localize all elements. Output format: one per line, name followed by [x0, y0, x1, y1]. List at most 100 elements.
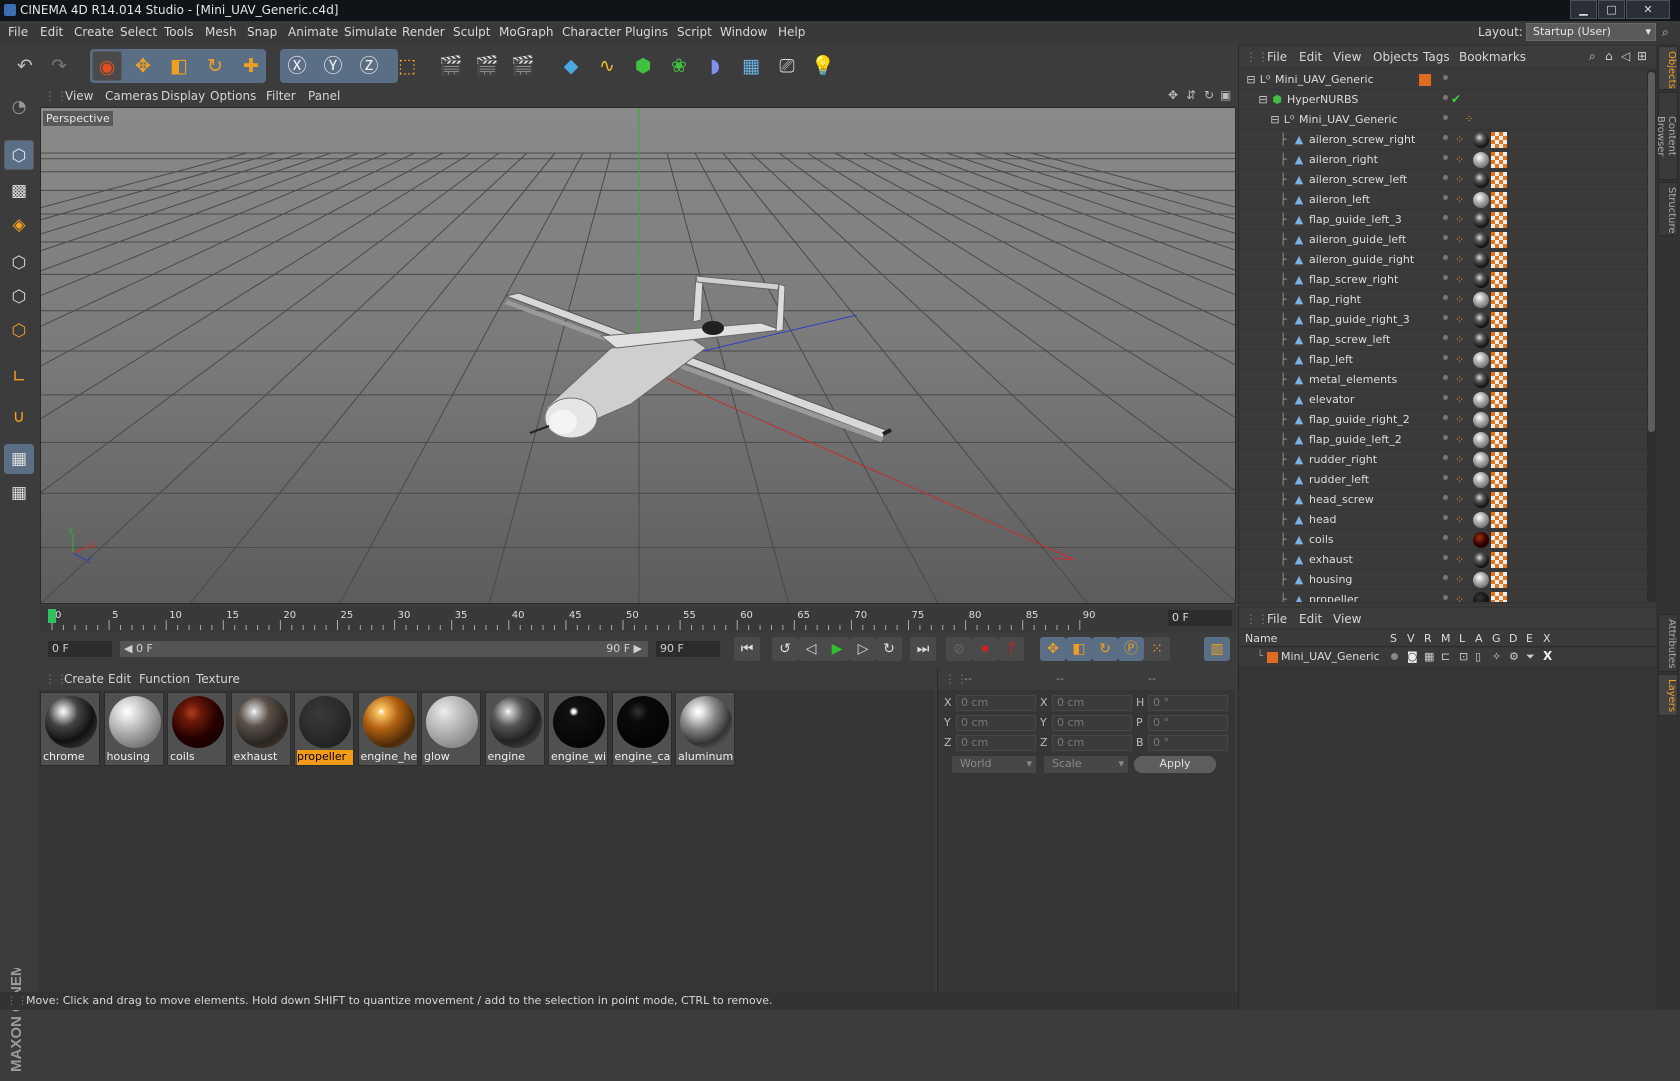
- material-engine[interactable]: engine: [484, 692, 545, 766]
- object-row[interactable]: ├ ▲ head_screw ⁘: [1239, 490, 1647, 510]
- uvw-tag-icon[interactable]: [1491, 232, 1507, 248]
- material-tag-icon[interactable]: [1473, 372, 1489, 388]
- snap-icon[interactable]: ∪: [4, 402, 34, 432]
- menu-window[interactable]: Window: [720, 25, 767, 39]
- spline-icon[interactable]: ∿: [592, 51, 622, 81]
- phong-tag-icon[interactable]: ⁘: [1455, 233, 1464, 246]
- object-row[interactable]: ├ ▲ flap_guide_left_2 ⁘: [1239, 430, 1647, 450]
- phong-tag-icon[interactable]: ⁘: [1455, 153, 1464, 166]
- object-row[interactable]: ├ ▲ rudder_left ⁘: [1239, 470, 1647, 490]
- layer-row[interactable]: └ Mini_UAV_Generic ◙ ▦ ⊏ ⊡ ▯ ✧ ⚙ ⏷ X: [1239, 648, 1657, 666]
- material-menu-create[interactable]: Create: [64, 672, 104, 686]
- uvw-tag-icon[interactable]: [1491, 532, 1507, 548]
- object-row[interactable]: ├ ▲ propeller ⁘: [1239, 590, 1647, 602]
- scale-icon[interactable]: ◧: [164, 51, 194, 81]
- visibility-dot[interactable]: [1443, 575, 1448, 580]
- object-row[interactable]: ├ ▲ flap_guide_right_2 ⁘: [1239, 410, 1647, 430]
- object-row[interactable]: ├ ▲ flap_guide_left_3 ⁘: [1239, 210, 1647, 230]
- timeline-window-icon[interactable]: ▥: [1204, 637, 1230, 661]
- material-tag-icon[interactable]: [1473, 132, 1489, 148]
- om-menu-file[interactable]: File: [1267, 50, 1287, 64]
- object-row[interactable]: ├ ▲ aileron_screw_right ⁘: [1239, 130, 1647, 150]
- visibility-dot[interactable]: [1443, 515, 1448, 520]
- current-frame-field[interactable]: 0 F: [1168, 610, 1232, 626]
- y-axis-icon[interactable]: Ⓨ: [318, 51, 348, 81]
- uvw-tag-icon[interactable]: [1491, 552, 1507, 568]
- nurbs-icon[interactable]: ⬢: [628, 51, 658, 81]
- rotation-h-field[interactable]: 0 °: [1148, 695, 1228, 711]
- perspective-viewport[interactable]: y x z Perspective: [40, 107, 1236, 604]
- material-tag-icon[interactable]: [1473, 192, 1489, 208]
- object-row[interactable]: ├ ▲ aileron_left ⁘: [1239, 190, 1647, 210]
- viewport-menu-panel[interactable]: Panel: [308, 89, 340, 103]
- record-disabled-icon[interactable]: ⊘: [946, 637, 972, 661]
- size-mode-dropdown[interactable]: Scale ▾: [1044, 756, 1128, 773]
- visibility-dot[interactable]: [1443, 255, 1448, 260]
- object-row[interactable]: ├ ▲ elevator ⁘: [1239, 390, 1647, 410]
- visibility-dot[interactable]: [1443, 335, 1448, 340]
- material-tag-icon[interactable]: [1473, 532, 1489, 548]
- menu-animate[interactable]: Animate: [288, 25, 338, 39]
- end-frame-field[interactable]: 90 F: [656, 641, 720, 657]
- material-tag-icon[interactable]: [1473, 252, 1489, 268]
- material-tag-icon[interactable]: [1473, 492, 1489, 508]
- menu-sculpt[interactable]: Sculpt: [453, 25, 490, 39]
- material-tag-icon[interactable]: [1473, 292, 1489, 308]
- visibility-dot[interactable]: [1443, 455, 1448, 460]
- lock-toggle-icon[interactable]: ⊡: [1459, 650, 1468, 663]
- menu-character[interactable]: Character: [562, 25, 621, 39]
- menu-edit[interactable]: Edit: [40, 25, 63, 39]
- camera-icon[interactable]: ⎚: [772, 51, 802, 81]
- object-row[interactable]: ├ ▲ housing ⁘: [1239, 570, 1647, 590]
- uvw-tag-icon[interactable]: [1491, 592, 1507, 602]
- menu-select[interactable]: Select: [120, 25, 157, 39]
- visibility-dot[interactable]: [1443, 135, 1448, 140]
- viewport-menu-options[interactable]: Options: [210, 89, 256, 103]
- phong-tag-icon[interactable]: ⁘: [1455, 373, 1464, 386]
- view-toggle-icon[interactable]: ◙: [1407, 650, 1418, 663]
- phong-tag-icon[interactable]: ⁘: [1455, 573, 1464, 586]
- visibility-dot[interactable]: [1443, 555, 1448, 560]
- position-z-field[interactable]: 0 cm: [956, 735, 1036, 751]
- material-engine-wir[interactable]: engine_wir: [548, 692, 608, 766]
- collapse-icon[interactable]: ⊟: [1245, 74, 1257, 86]
- redo-icon[interactable]: ↷: [44, 51, 74, 81]
- om-menu-view[interactable]: View: [1333, 50, 1361, 64]
- visibility-dot[interactable]: [1443, 375, 1448, 380]
- visibility-dot[interactable]: [1443, 415, 1448, 420]
- object-row[interactable]: ├ ▲ aileron_screw_left ⁘: [1239, 170, 1647, 190]
- uvw-tag-icon[interactable]: [1491, 572, 1507, 588]
- viewport-zoom-icon[interactable]: ⇵: [1186, 88, 1196, 102]
- workplane-icon[interactable]: ◈: [4, 210, 34, 240]
- menu-snap[interactable]: Snap: [247, 25, 277, 39]
- position-y-field[interactable]: 0 cm: [956, 715, 1036, 731]
- playhead[interactable]: [48, 609, 56, 623]
- edges-mode-icon[interactable]: ⬡: [4, 282, 34, 312]
- material-housing[interactable]: housing: [103, 692, 164, 766]
- om-menu-edit[interactable]: Edit: [1299, 50, 1322, 64]
- planar-workplane-icon[interactable]: ▦: [4, 478, 34, 508]
- material-tag-icon[interactable]: [1473, 272, 1489, 288]
- material-engine-cap[interactable]: engine_cap: [611, 692, 672, 766]
- lm-menu-edit[interactable]: Edit: [1299, 612, 1322, 626]
- object-row[interactable]: ├ ▲ rudder_right ⁘: [1239, 450, 1647, 470]
- timeline[interactable]: 0 5 10 15 20 25 30 35 40 45 50 55 60 65 70 75 80 85 90 0 F: [40, 606, 1236, 632]
- material-exhaust[interactable]: exhaust: [230, 692, 291, 766]
- material-coils[interactable]: coils: [167, 692, 227, 766]
- maximize-button[interactable]: □: [1598, 0, 1625, 19]
- phong-tag-icon[interactable]: ⁘: [1455, 173, 1464, 186]
- phong-tag-icon[interactable]: ⁘: [1455, 513, 1464, 526]
- menu-simulate[interactable]: Simulate: [344, 25, 397, 39]
- phong-tag-icon[interactable]: ⁘: [1455, 333, 1464, 346]
- material-tag-icon[interactable]: [1473, 452, 1489, 468]
- viewport-menu-filter[interactable]: Filter: [266, 89, 296, 103]
- next-frame-icon[interactable]: ▷: [850, 637, 876, 661]
- visibility-dot[interactable]: [1443, 235, 1448, 240]
- key-rotation-icon[interactable]: ↻: [1092, 637, 1118, 661]
- texture-mode-icon[interactable]: ▩: [4, 176, 34, 206]
- viewport-rotate-icon[interactable]: ↻: [1204, 88, 1214, 102]
- tab-structure[interactable]: Structure: [1658, 182, 1678, 236]
- size-z-field[interactable]: 0 cm: [1052, 735, 1132, 751]
- position-x-field[interactable]: 0 cm: [956, 695, 1036, 711]
- material-menu-function[interactable]: Function: [139, 672, 190, 686]
